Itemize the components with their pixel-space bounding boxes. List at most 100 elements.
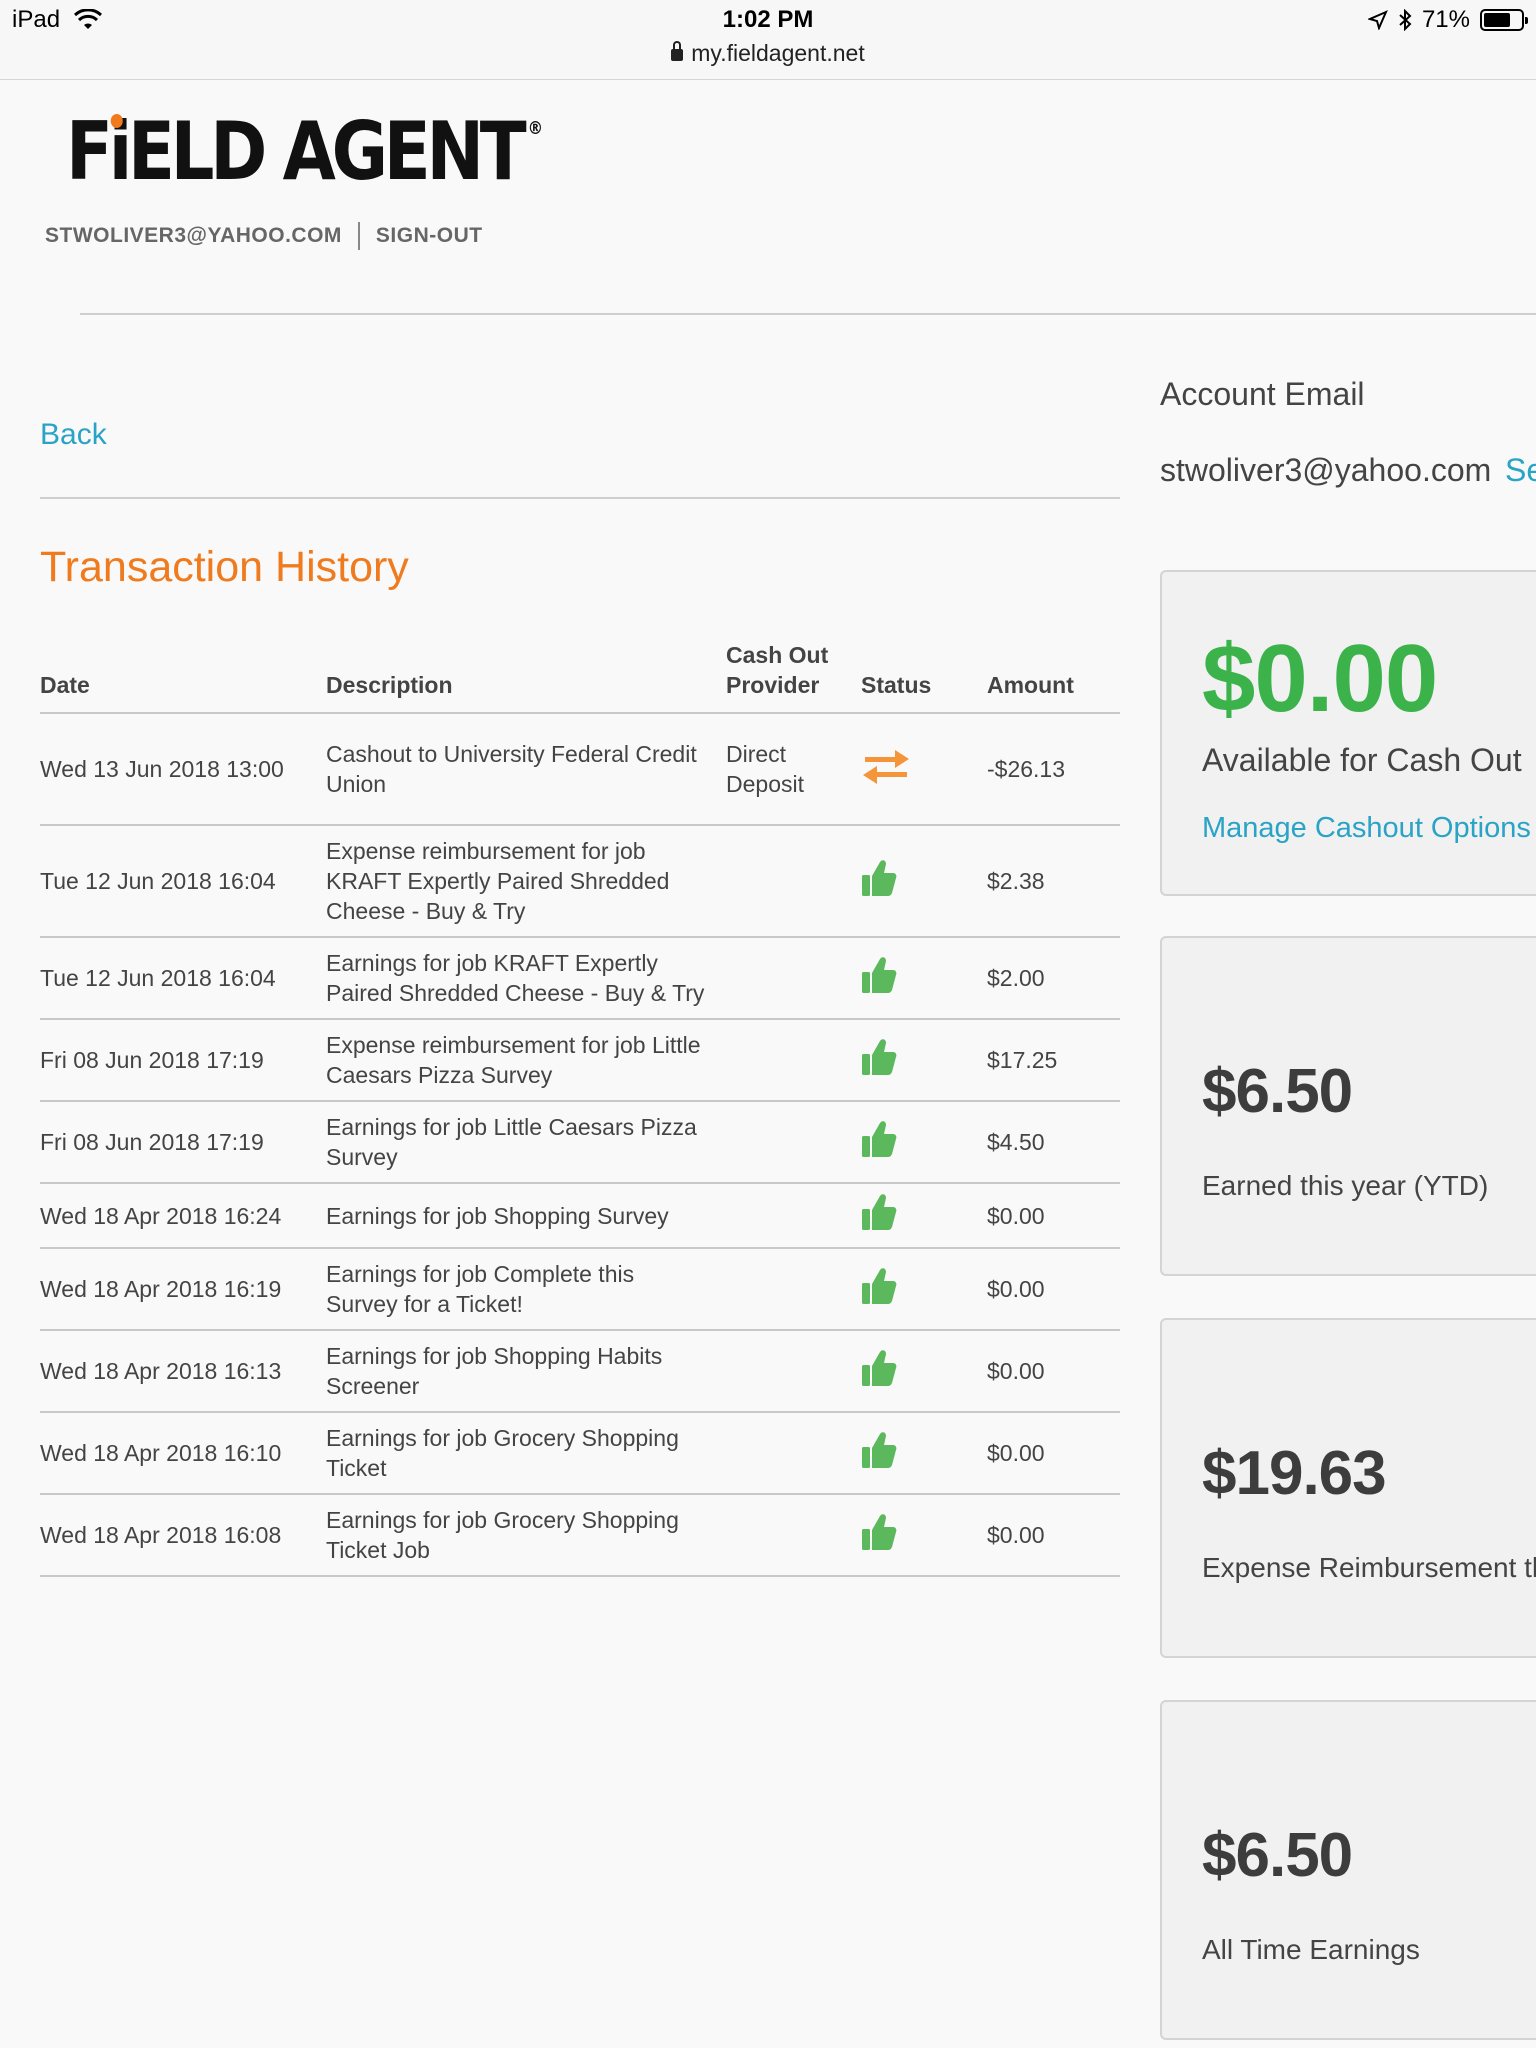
divider <box>357 222 360 250</box>
row-amount: $0.00 <box>987 1248 1120 1331</box>
row-description: Earnings for job KRAFT Expertly Paired S… <box>326 937 726 1020</box>
page-title: Transaction History <box>40 543 409 591</box>
lock-icon <box>671 41 684 61</box>
column-header-provider: Cash Out Provider <box>726 640 861 714</box>
thumbs-up-icon <box>861 1266 897 1313</box>
row-amount: $0.00 <box>987 1183 1120 1249</box>
column-header-date: Date <box>40 640 326 714</box>
account-email-settings-link[interactable]: Se <box>1505 452 1536 489</box>
column-header-amount: Amount <box>987 640 1120 714</box>
row-description: Earnings for job Grocery Shopping Ticket… <box>326 1494 726 1577</box>
back-link[interactable]: Back <box>40 418 107 452</box>
row-amount: $0.00 <box>987 1330 1120 1413</box>
row-status <box>861 825 987 938</box>
field-agent-logo[interactable]: Fi ELD AGENT ® <box>66 112 543 192</box>
row-provider <box>726 1330 861 1413</box>
thumbs-up-icon <box>861 1037 897 1084</box>
row-date: Wed 18 Apr 2018 16:19 <box>40 1248 326 1331</box>
section-divider <box>40 497 1120 499</box>
ytd-caption: Earned this year (YTD) <box>1202 1170 1489 1201</box>
table-row: Wed 18 Apr 2018 16:19 Earnings for job Co… <box>40 1248 1120 1331</box>
row-date: Fri 08 Jun 2018 17:19 <box>40 1101 326 1184</box>
sign-out-link[interactable]: SIGN-OUT <box>376 224 483 248</box>
row-amount: -$26.13 <box>987 713 1120 826</box>
transfer-icon <box>861 746 911 793</box>
table-row: Wed 18 Apr 2018 16:10 Earnings for job Gr… <box>40 1412 1120 1495</box>
row-status <box>861 1019 987 1102</box>
row-date: Fri 08 Jun 2018 17:19 <box>40 1019 326 1102</box>
ytd-amount: $6.50 <box>1202 1057 1353 1126</box>
all-time-amount: $6.50 <box>1202 1821 1353 1890</box>
row-status <box>861 1412 987 1495</box>
available-caption: Available for Cash Out <box>1202 742 1522 778</box>
location-arrow-icon <box>1367 10 1388 30</box>
row-provider <box>726 1494 861 1577</box>
thumbs-up-icon <box>861 1348 897 1395</box>
table-row: Wed 18 Apr 2018 16:13 Earnings for job Sh… <box>40 1330 1120 1413</box>
row-amount: $2.38 <box>987 825 1120 938</box>
transaction-rows: Wed 13 Jun 2018 13:00 Cashout to Universi… <box>40 713 1120 1577</box>
thumbs-up-icon <box>861 1192 897 1239</box>
row-amount: $17.25 <box>987 1019 1120 1102</box>
transaction-table: Date Description Cash Out Provider Statu… <box>40 640 1120 1577</box>
row-description: Earnings for job Complete this Survey fo… <box>326 1248 726 1331</box>
row-provider <box>726 1019 861 1102</box>
table-row: Fri 08 Jun 2018 17:19 Expense reimburseme… <box>40 1019 1120 1102</box>
all-time-caption: All Time Earnings <box>1202 1934 1420 1965</box>
manage-cashout-link[interactable]: Manage Cashout Options <box>1202 812 1531 845</box>
table-row: Tue 12 Jun 2018 16:04 Earnings for job KR… <box>40 937 1120 1020</box>
account-email-value: stwoliver3@yahoo.com <box>1160 452 1492 488</box>
address-bar[interactable]: my.fieldagent.net <box>0 40 1536 67</box>
expense-caption: Expense Reimbursement th <box>1202 1552 1536 1583</box>
thumbs-up-icon <box>861 1119 897 1166</box>
expense-reimbursement-card: $19.63 Expense Reimbursement th <box>1160 1318 1536 1658</box>
row-provider <box>726 1412 861 1495</box>
column-header-status: Status <box>861 640 987 714</box>
column-header-description: Description <box>326 640 726 714</box>
table-row: Fri 08 Jun 2018 17:19 Earnings for job Li… <box>40 1101 1120 1184</box>
row-provider <box>726 937 861 1020</box>
thumbs-up-icon <box>861 1512 897 1559</box>
table-row: Wed 18 Apr 2018 16:08 Earnings for job Gr… <box>40 1494 1120 1577</box>
table-row: Wed 13 Jun 2018 13:00 Cashout to Universi… <box>40 713 1120 826</box>
row-provider <box>726 825 861 938</box>
row-description: Cashout to University Federal Credit Uni… <box>326 713 726 826</box>
row-description: Expense reimbursement for job KRAFT Expe… <box>326 825 726 938</box>
row-status <box>861 937 987 1020</box>
row-amount: $0.00 <box>987 1412 1120 1495</box>
row-description: Earnings for job Shopping Habits Screene… <box>326 1330 726 1413</box>
row-provider <box>726 1248 861 1331</box>
user-email: STWOLIVER3@YAHOO.COM <box>45 224 342 247</box>
thumbs-up-icon <box>861 1430 897 1477</box>
row-description: Earnings for job Shopping Survey <box>326 1183 726 1249</box>
row-date: Tue 12 Jun 2018 16:04 <box>40 937 326 1020</box>
table-header-row: Date Description Cash Out Provider Statu… <box>40 640 1120 714</box>
row-date: Wed 18 Apr 2018 16:13 <box>40 1330 326 1413</box>
status-time: 1:02 PM <box>722 6 814 33</box>
row-date: Wed 18 Apr 2018 16:24 <box>40 1183 326 1249</box>
available-cash-card: $0.00 Available for Cash Out Manage Cash… <box>1160 570 1536 896</box>
row-description: Earnings for job Little Caesars Pizza Su… <box>326 1101 726 1184</box>
row-date: Wed 13 Jun 2018 13:00 <box>40 713 326 826</box>
row-date: Wed 18 Apr 2018 16:10 <box>40 1412 326 1495</box>
row-date: Tue 12 Jun 2018 16:04 <box>40 825 326 938</box>
ios-status-bar: iPad 1:02 PM my.fieldagent.net 71% <box>0 0 1536 80</box>
row-status <box>861 1183 987 1249</box>
row-status <box>861 1494 987 1577</box>
row-amount: $2.00 <box>987 937 1120 1020</box>
row-description: Expense reimbursement for job Little Cae… <box>326 1019 726 1102</box>
row-provider: Direct Deposit <box>726 713 861 826</box>
battery-level <box>1484 13 1510 27</box>
row-provider <box>726 1101 861 1184</box>
battery-percent: 71% <box>1421 6 1470 33</box>
row-status <box>861 1330 987 1413</box>
thumbs-up-icon <box>861 858 897 905</box>
battery-icon <box>1480 9 1528 31</box>
row-status <box>861 713 987 826</box>
user-bar: STWOLIVER3@YAHOO.COM SIGN-OUT <box>45 222 483 250</box>
url-text: my.fieldagent.net <box>691 40 865 66</box>
row-amount: $0.00 <box>987 1494 1120 1577</box>
row-status <box>861 1101 987 1184</box>
thumbs-up-icon <box>861 955 897 1002</box>
table-row: Wed 18 Apr 2018 16:24 Earnings for job Sh… <box>40 1183 1120 1249</box>
